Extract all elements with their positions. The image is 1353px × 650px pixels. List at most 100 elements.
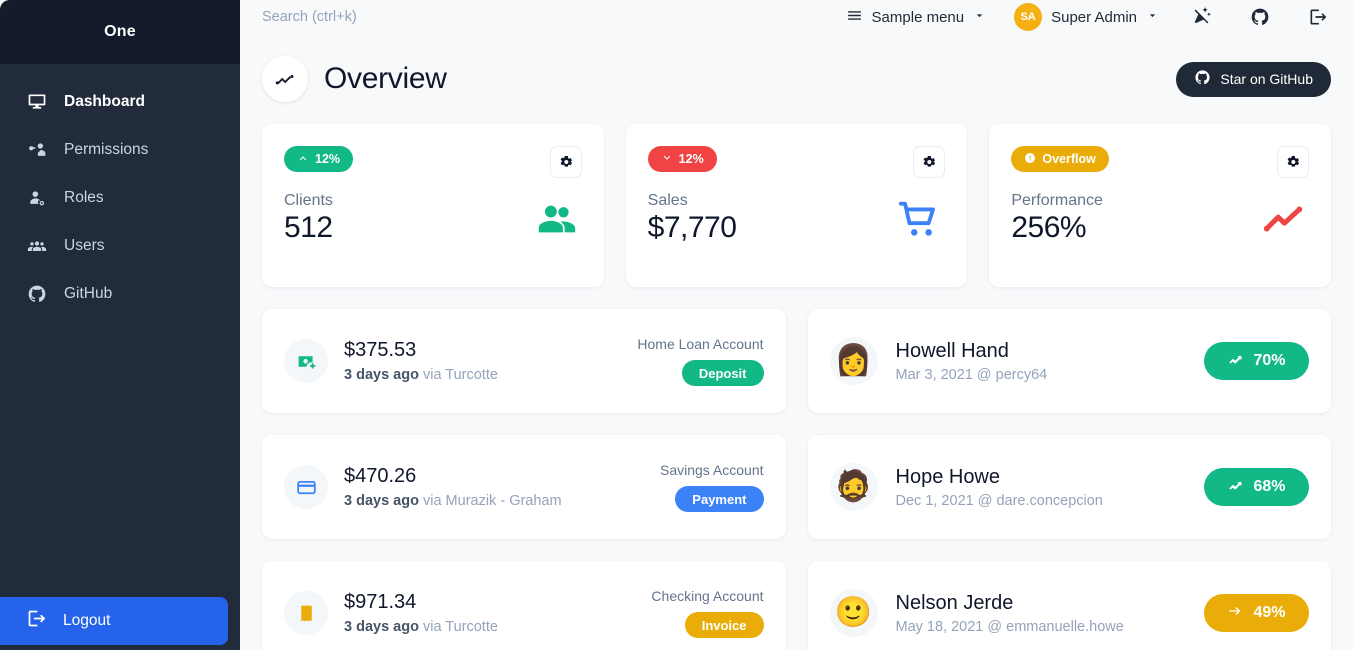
status-badge: 70%	[1204, 342, 1309, 380]
stat-card-sales: 12% Sales $7,770	[625, 124, 968, 287]
trend-line-icon	[262, 56, 308, 102]
transactions-column: $375.53 3 days ago via Turcotte Home Loa…	[262, 309, 786, 650]
users-icon	[26, 235, 48, 257]
lists-row: $375.53 3 days ago via Turcotte Home Loa…	[262, 309, 1331, 650]
stats-row: 12% Clients 512 12% Sales $7,770 Overflo…	[262, 124, 1332, 287]
transaction-amount: $971.34	[344, 591, 417, 613]
sidebar-item-label: Permissions	[64, 141, 149, 158]
star-on-github-button[interactable]: Star on GitHub	[1176, 61, 1331, 97]
brand-logo: One	[104, 23, 136, 40]
list-item[interactable]: 🙂 Nelson Jerde May 18, 2021 @ emmanuelle…	[807, 561, 1331, 650]
avatar: 🧔	[829, 463, 878, 511]
status-badge: 12%	[284, 146, 354, 172]
list-item[interactable]: $375.53 3 days ago via Turcotte Home Loa…	[262, 309, 786, 413]
transaction-tag: Payment	[675, 486, 764, 512]
theme-wand-icon[interactable]	[1185, 0, 1219, 34]
transaction-meta: 3 days ago via Turcotte	[344, 619, 635, 635]
topbar: Sample menu SA Super Admin	[240, 0, 1353, 34]
user-details: Nelson Jerde May 18, 2021 @ emmanuelle.h…	[896, 592, 1187, 635]
user-name-label: Super Admin	[1051, 8, 1137, 26]
transaction-details: $470.26 3 days ago via Murazik - Graham	[344, 465, 644, 509]
sample-menu-label: Sample menu	[871, 8, 965, 26]
transaction-details: $971.34 3 days ago via Turcotte	[344, 591, 635, 635]
sidebar-item-label: Roles	[64, 189, 104, 206]
receipt-icon	[284, 591, 328, 635]
cash-plus-icon	[284, 339, 328, 383]
sidebar-item-label: GitHub	[64, 285, 113, 302]
list-item[interactable]: $971.34 3 days ago via Turcotte Checking…	[262, 561, 786, 650]
transaction-amount: $470.26	[344, 465, 417, 487]
gear-icon[interactable]	[549, 146, 582, 178]
list-item[interactable]: $470.26 3 days ago via Murazik - Graham …	[262, 435, 786, 539]
sidebar-item-label: Dashboard	[64, 93, 145, 110]
status-badge-label: 12%	[678, 152, 704, 166]
sidebar-item-github[interactable]: GitHub	[0, 270, 240, 318]
sidebar-item-users[interactable]: Users	[0, 222, 240, 270]
avatar: 🙂	[829, 589, 878, 637]
trend-line-icon	[1261, 196, 1307, 247]
logout-icon	[26, 608, 47, 634]
user-name: Howell Hand	[895, 339, 1009, 362]
user-name: Nelson Jerde	[895, 591, 1014, 614]
status-badge-label: 49%	[1253, 604, 1286, 621]
chevron-down-icon	[973, 9, 986, 26]
transaction-account: Home Loan Account	[637, 336, 764, 352]
sidebar-item-permissions[interactable]: Permissions	[0, 126, 240, 174]
gear-icon[interactable]	[913, 146, 946, 178]
github-icon[interactable]	[1243, 0, 1277, 34]
chevron-down-icon	[1146, 9, 1159, 26]
page-title: Overview	[324, 62, 447, 95]
github-icon	[1194, 69, 1211, 89]
key-user-icon	[26, 139, 48, 161]
sidebar-item-label: Users	[64, 237, 105, 254]
transaction-via: via Murazik - Graham	[418, 493, 562, 509]
sidebar-header: One	[0, 0, 240, 64]
transaction-details: $375.53 3 days ago via Turcotte	[344, 339, 621, 383]
sidebar-item-dashboard[interactable]: Dashboard	[0, 78, 240, 126]
transaction-time: 3 days ago	[344, 619, 419, 635]
chevron-up-icon	[297, 152, 309, 167]
status-badge: 68%	[1204, 468, 1309, 506]
users-column: 👩 Howell Hand Mar 3, 2021 @ percy64 70%	[807, 309, 1331, 650]
status-badge: Overflow	[1011, 146, 1109, 172]
transaction-via: via Turcotte	[418, 619, 498, 635]
user-details: Howell Hand Mar 3, 2021 @ percy64	[896, 340, 1187, 383]
search-input[interactable]	[262, 5, 542, 29]
stat-card-performance: Overflow Performance 256%	[989, 124, 1332, 287]
app-root: One Dashboard Permissions Roles Users Gi…	[0, 0, 1353, 650]
gear-icon[interactable]	[1277, 146, 1310, 178]
status-badge: 12%	[647, 146, 717, 172]
status-badge-label: 70%	[1253, 352, 1286, 369]
logout-icon[interactable]	[1301, 0, 1335, 34]
transaction-right: Home Loan Account Deposit	[637, 336, 764, 386]
sample-menu-dropdown[interactable]: Sample menu	[846, 7, 987, 28]
chevron-down-icon	[661, 152, 673, 167]
monitor-icon	[26, 91, 48, 113]
transaction-account: Checking Account	[651, 588, 764, 604]
sidebar-logout-button[interactable]: Logout	[0, 597, 228, 645]
transaction-right: Checking Account Invoice	[651, 588, 764, 638]
stat-card-clients: 12% Clients 512	[262, 124, 604, 287]
sidebar: One Dashboard Permissions Roles Users Gi…	[0, 0, 240, 650]
dashboard-content: 12% Clients 512 12% Sales $7,770 Overflo…	[240, 102, 1353, 650]
transaction-time: 3 days ago	[344, 367, 419, 383]
user-name: Hope Howe	[895, 465, 1001, 488]
avatar: 👩	[829, 337, 878, 385]
transaction-meta: 3 days ago via Murazik - Graham	[344, 493, 644, 509]
list-item[interactable]: 👩 Howell Hand Mar 3, 2021 @ percy64 70%	[807, 309, 1331, 413]
status-badge-label: 12%	[315, 152, 341, 166]
sidebar-nav: Dashboard Permissions Roles Users GitHub	[0, 64, 240, 650]
transaction-account: Savings Account	[659, 462, 764, 478]
main-area: Sample menu SA Super Admin	[240, 0, 1353, 650]
user-meta: May 18, 2021 @ emmanuelle.howe	[895, 618, 1124, 635]
status-badge-label: 68%	[1253, 478, 1286, 495]
trend-flat-icon	[1227, 603, 1243, 624]
trend-up-icon	[1227, 351, 1243, 372]
sidebar-item-roles[interactable]: Roles	[0, 174, 240, 222]
user-menu-dropdown[interactable]: SA Super Admin	[1014, 3, 1159, 31]
hamburger-icon	[846, 7, 863, 28]
list-item[interactable]: 🧔 Hope Howe Dec 1, 2021 @ dare.concepcio…	[807, 435, 1331, 539]
transaction-amount: $375.53	[344, 339, 417, 361]
user-meta: Mar 3, 2021 @ percy64	[895, 366, 1048, 383]
avatar: SA	[1014, 3, 1043, 31]
